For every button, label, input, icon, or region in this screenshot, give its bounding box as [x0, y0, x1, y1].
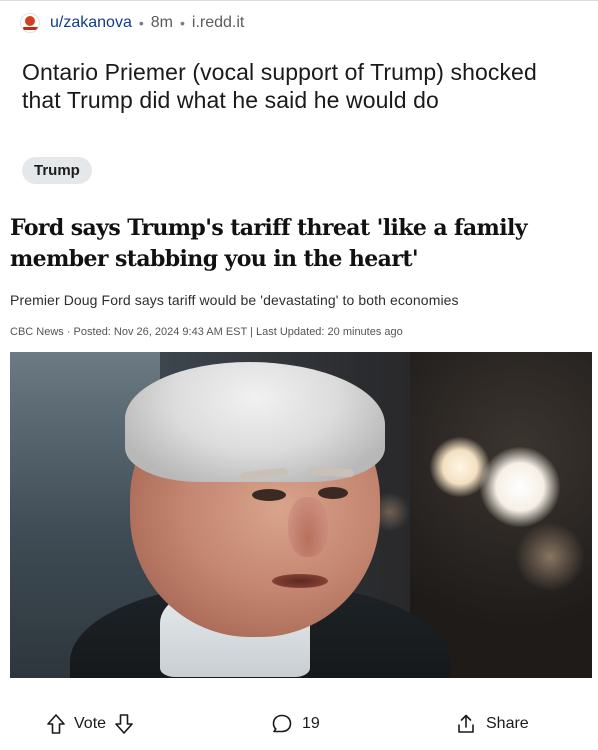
- share-label: Share: [486, 715, 529, 732]
- comments-button[interactable]: 19: [271, 704, 320, 744]
- vote-label: Vote: [74, 715, 107, 732]
- separator-dot: •: [179, 15, 185, 31]
- article-headline: Ford says Trump's tariff threat 'like a …: [10, 215, 528, 272]
- post-title[interactable]: Ontario Priemer (vocal support of Trump)…: [22, 58, 572, 114]
- subreddit-avatar-icon[interactable]: [20, 13, 40, 33]
- article-photo[interactable]: [10, 352, 592, 678]
- article-byline: CBC News · Posted: Nov 26, 2024 9:43 AM …: [10, 326, 403, 338]
- downvote-arrow-icon[interactable]: [114, 713, 134, 735]
- separator-dot: •: [138, 15, 144, 31]
- post-author-link[interactable]: u/zakanova: [50, 14, 132, 32]
- post-meta-row: u/zakanova • 8m • i.redd.it: [20, 12, 244, 34]
- share-button[interactable]: Share: [455, 704, 529, 744]
- post-flair[interactable]: Trump: [22, 157, 92, 184]
- top-divider: [0, 0, 598, 1]
- post-action-bar: Vote 19 Share: [0, 704, 598, 744]
- post-domain-link[interactable]: i.redd.it: [192, 14, 244, 32]
- comments-count: 19: [302, 715, 320, 732]
- post-age: 8m: [150, 14, 173, 31]
- article-subheadline: Premier Doug Ford says tariff would be '…: [10, 292, 459, 308]
- comment-bubble-icon: [271, 713, 293, 735]
- share-icon: [455, 713, 477, 735]
- vote-control: Vote: [46, 704, 134, 744]
- upvote-arrow-icon[interactable]: [46, 713, 66, 735]
